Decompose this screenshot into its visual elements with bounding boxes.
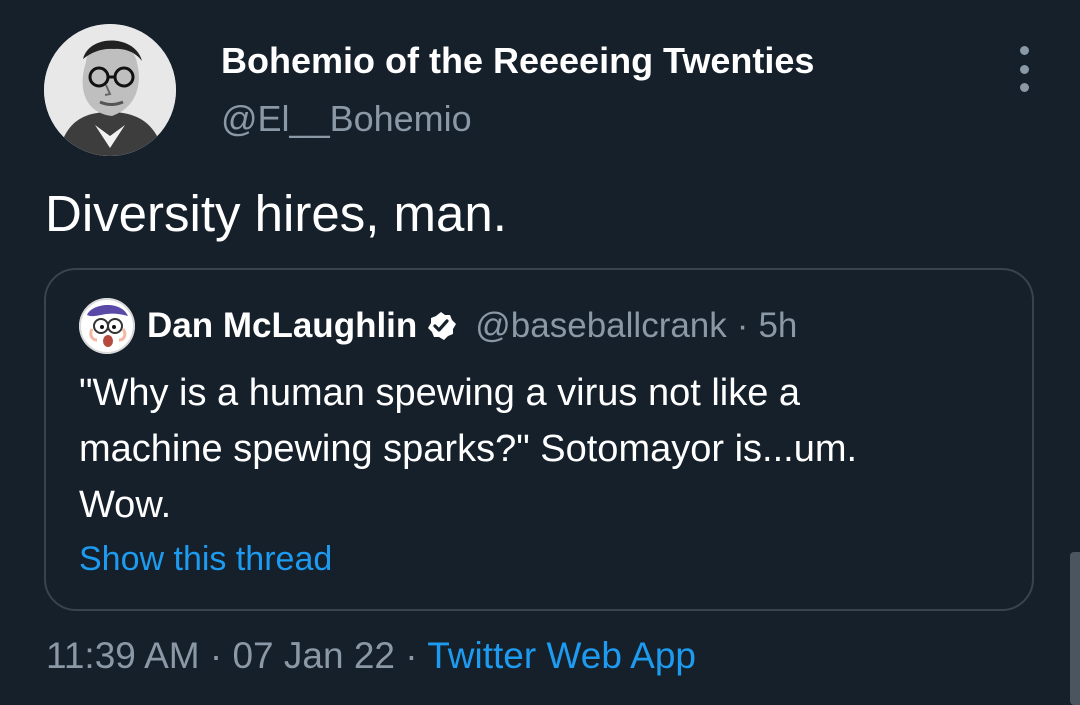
verified-badge-graphic xyxy=(428,312,457,340)
tweet-text: Diversity hires, man. xyxy=(45,185,507,242)
quoted-tweet-line-2: machine spewing sparks?" Sotomayor is...… xyxy=(79,428,858,470)
quoted-author-display-name[interactable]: Dan McLaughlin xyxy=(147,306,417,346)
tweet-source-link[interactable]: Twitter Web App xyxy=(427,635,696,676)
quoted-tweet-time[interactable]: 5h xyxy=(758,306,797,346)
quoted-avatar-graphic xyxy=(79,298,135,354)
cartoon-avatar-icon[interactable] xyxy=(79,298,135,354)
quoted-tweet-text: "Why is a human spewing a virus not like… xyxy=(79,365,959,533)
verified-badge-icon xyxy=(425,310,457,342)
quoted-tweet-card[interactable]: Dan McLaughlin @baseballcrank · 5h "Why … xyxy=(44,268,1034,611)
avatar-portrait-graphic xyxy=(44,24,176,156)
metadata-separator-1: · xyxy=(209,635,223,676)
more-vertical-icon[interactable] xyxy=(1006,46,1042,92)
tweet-metadata: 11:39 AM · 07 Jan 22 · Twitter Web App xyxy=(46,634,696,678)
more-dot-middle xyxy=(1019,64,1029,74)
scrollbar[interactable] xyxy=(1070,552,1080,705)
quoted-tweet-line-1: "Why is a human spewing a virus not like… xyxy=(79,372,801,414)
show-thread-link[interactable]: Show this thread xyxy=(79,539,332,579)
author-display-name[interactable]: Bohemio of the Reeeeing Twenties xyxy=(221,40,814,82)
tweet-card: Bohemio of the Reeeeing Twenties @El__Bo… xyxy=(0,0,1080,705)
quoted-tweet-line-3: Wow. xyxy=(79,484,172,526)
author-handle[interactable]: @El__Bohemio xyxy=(221,98,814,140)
more-dot-bottom xyxy=(1019,83,1029,92)
tweet-author[interactable]: Bohemio of the Reeeeing Twenties @El__Bo… xyxy=(221,40,814,140)
metadata-separator-2: · xyxy=(405,635,418,676)
quoted-time-separator: · xyxy=(736,306,749,345)
portrait-avatar-icon[interactable] xyxy=(44,24,176,156)
quoted-tweet-header[interactable]: Dan McLaughlin @baseballcrank · 5h xyxy=(79,298,797,354)
more-dot-top xyxy=(1019,46,1029,55)
tweet-date: 07 Jan 22 xyxy=(232,635,396,676)
quoted-author-handle[interactable]: @baseballcrank xyxy=(475,306,727,346)
tweet-time: 11:39 AM xyxy=(46,635,200,676)
